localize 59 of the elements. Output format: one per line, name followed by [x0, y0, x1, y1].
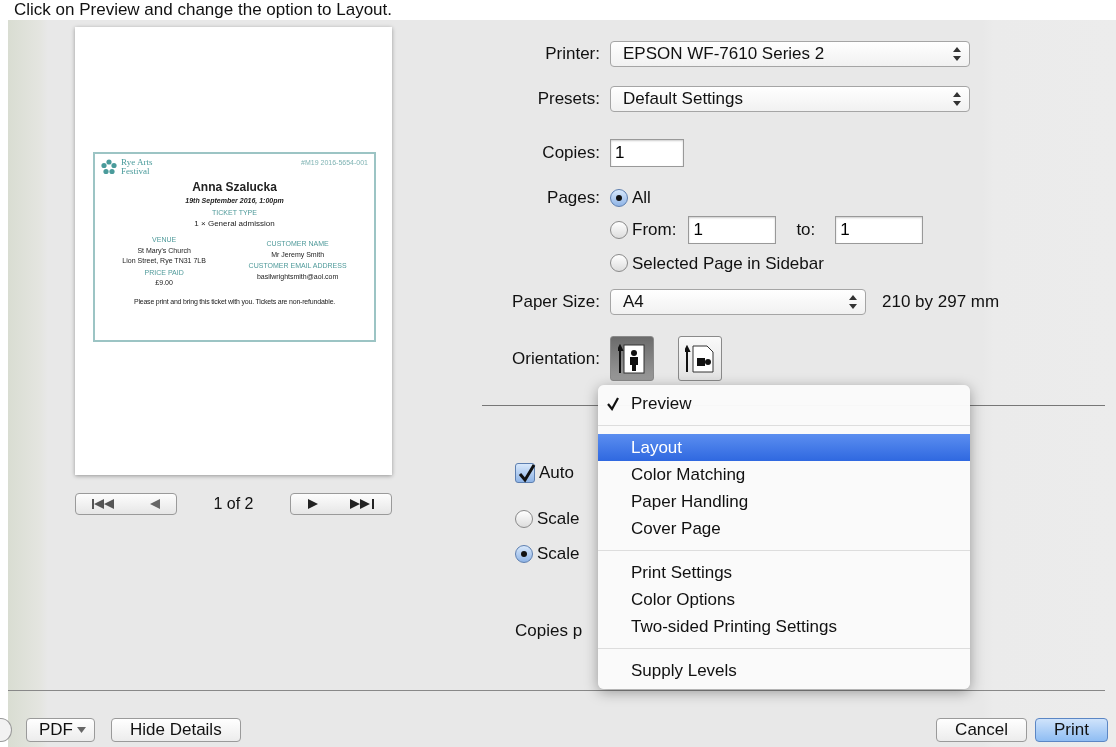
menu-item[interactable]: Paper Handling [598, 488, 970, 515]
last-page-icon [349, 498, 376, 510]
page-forward-button[interactable] [290, 493, 392, 515]
to-field[interactable]: 1 [835, 215, 924, 244]
menu-item[interactable]: Supply Levels [598, 657, 970, 684]
option-label: Copies p [515, 620, 583, 643]
field-label: Printer: [544, 43, 601, 66]
option-label: Scale [537, 508, 580, 531]
instruction-caption: Click on Preview and change the option to Layout. [13, 0, 394, 20]
page-back-button[interactable] [75, 493, 177, 515]
portrait-person-icon [618, 343, 646, 374]
printer-select[interactable]: EPSON WF-7610 Series 2 [610, 41, 970, 67]
menu-item[interactable]: Print Settings [598, 559, 970, 586]
dropdown-caret-icon [77, 727, 86, 733]
radio-button[interactable] [610, 220, 628, 239]
ticket-type: 1 × General admission [193, 218, 276, 230]
landscape-button[interactable] [678, 336, 722, 381]
next-page-icon [306, 498, 319, 510]
dialog-button[interactable]: Hide Details [111, 718, 241, 742]
dialog-button[interactable]: Cancel [936, 718, 1028, 742]
field-label: to: [796, 218, 816, 241]
landscape-person-icon [685, 344, 715, 373]
option-label: Scale [537, 543, 580, 566]
paper-size-select[interactable]: A4 [610, 289, 866, 315]
menu-item[interactable]: Two-sided Printing Settings [598, 613, 970, 640]
pdf-menu-button[interactable]: PDF [26, 718, 95, 742]
menu-item[interactable]: Color Matching [598, 461, 970, 488]
menu-item[interactable]: Color Options [598, 586, 970, 613]
radio-button[interactable] [610, 254, 628, 273]
field-label: Orientation: [511, 347, 601, 370]
radio-button[interactable] [610, 188, 628, 207]
up-down-arrows-icon [953, 92, 961, 106]
radio-button[interactable] [515, 545, 533, 563]
paper-dimensions: 210 by 297 mm [882, 291, 1000, 314]
page-count: 1 of 2 [213, 494, 254, 514]
previous-page-icon [148, 498, 161, 510]
radio-label: Selected Page in Sidebar [632, 252, 824, 275]
field-label: Pages: [546, 187, 601, 209]
option-label: Auto [539, 462, 574, 485]
copies-field[interactable]: 1 [610, 139, 684, 167]
flower-logo-icon [101, 159, 117, 175]
from-field[interactable]: 1 [688, 215, 777, 244]
field-label: Paper Size: [511, 291, 601, 314]
radio-label: All [632, 187, 651, 209]
menu-item[interactable]: Cover Page [598, 515, 970, 542]
print-button[interactable]: Print [1035, 718, 1108, 742]
ticket-name: Anna Szalucka [191, 179, 278, 196]
up-down-arrows-icon [953, 47, 961, 61]
radio-label: From: [632, 218, 677, 241]
portrait-button[interactable] [610, 336, 654, 381]
presets-select[interactable]: Default Settings [610, 86, 970, 112]
menu-item[interactable]: Preview [598, 390, 970, 417]
logo-text: Rye Arts Festival [121, 158, 154, 176]
field-label: Presets: [536, 88, 601, 111]
checkbox[interactable] [515, 463, 535, 483]
up-down-arrows-icon [849, 295, 857, 309]
field-label: Copies: [541, 142, 601, 165]
menu-item[interactable]: Layout [598, 434, 970, 461]
radio-button[interactable] [515, 510, 533, 528]
